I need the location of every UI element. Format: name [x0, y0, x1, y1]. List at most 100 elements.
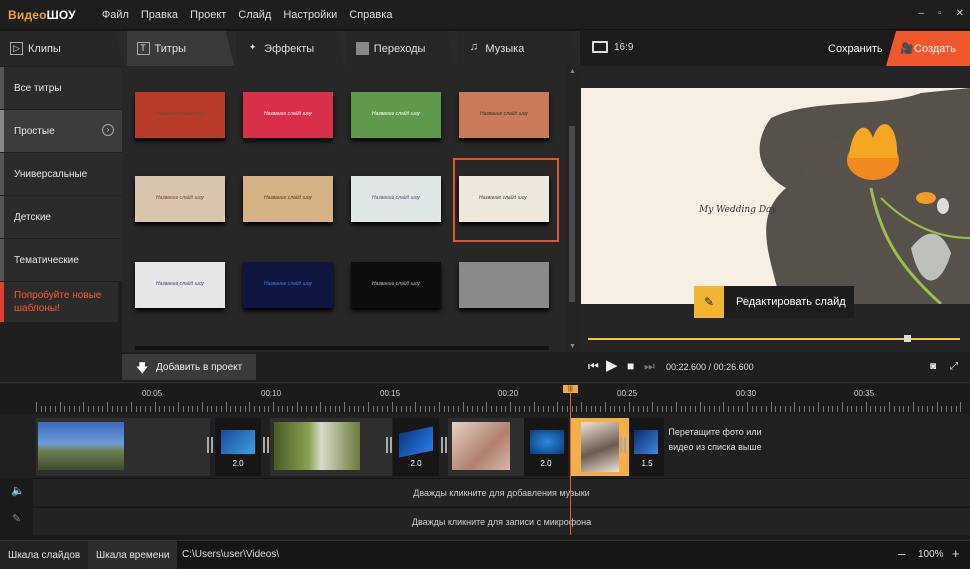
- category-all[interactable]: Все титры: [0, 67, 122, 109]
- add-to-project-button[interactable]: 🡇 Добавить в проект: [122, 354, 256, 380]
- template-thumbnail[interactable]: Название слайд шоу: [243, 176, 333, 222]
- template-thumbnail[interactable]: Название слайд шоу: [135, 176, 225, 222]
- clip-handle[interactable]: [263, 437, 269, 453]
- menu-slide[interactable]: Слайд: [232, 9, 277, 21]
- skip-forward-icon[interactable]: ⏭: [644, 359, 655, 374]
- ruler-tick: [908, 406, 910, 412]
- stop-icon[interactable]: ■: [627, 359, 634, 373]
- category-universal[interactable]: Универсальные: [0, 153, 122, 195]
- ruler-tick: [201, 402, 203, 412]
- transition-clip[interactable]: 2.0: [215, 418, 261, 476]
- fullscreen-icon[interactable]: ⤢: [950, 361, 958, 372]
- template-thumbnail[interactable]: Название слайд шоу: [459, 92, 549, 138]
- template-thumbnail[interactable]: Название слайд шоу: [351, 176, 441, 222]
- ruler-tick: [571, 406, 573, 412]
- ruler-tick: [182, 406, 184, 412]
- slide-preview[interactable]: My Wedding Day: [581, 88, 970, 304]
- playhead-handle[interactable]: |||: [563, 385, 578, 393]
- edit-slide-button[interactable]: ✎ Редактировать слайд: [694, 286, 854, 318]
- ruler-tick: [576, 406, 578, 412]
- ruler-tick: [704, 406, 706, 412]
- ruler-tick: [116, 406, 118, 412]
- playhead[interactable]: [570, 385, 571, 535]
- preview-progress-bar[interactable]: [588, 335, 960, 342]
- transition-clip[interactable]: 1.5: [630, 418, 664, 476]
- zoom-out-button[interactable]: –: [898, 546, 905, 561]
- ruler-tick: [287, 406, 289, 412]
- category-kids[interactable]: Детские: [0, 196, 122, 238]
- snapshot-icon[interactable]: ◙: [930, 361, 936, 372]
- microphone-track[interactable]: Дважды кликните для записи с микрофона: [33, 507, 970, 535]
- scroll-down-icon[interactable]: ▼: [569, 343, 576, 350]
- ruler-tick: [73, 406, 75, 412]
- zoom-in-button[interactable]: +: [952, 546, 960, 561]
- ruler-tick: [765, 406, 767, 412]
- aspect-ratio-selector[interactable]: 16:9: [592, 41, 633, 53]
- ruler-tick: [405, 406, 407, 412]
- category-new-templates[interactable]: Попробуйте новые шаблоны!: [0, 282, 118, 322]
- menu-help[interactable]: Справка: [343, 9, 398, 21]
- clip-photo: [581, 422, 619, 472]
- category-simple[interactable]: Простые ›: [0, 110, 122, 152]
- ruler-tick: [130, 402, 132, 412]
- template-thumbnail[interactable]: Название слайд шоу: [351, 262, 441, 308]
- tab-transitions[interactable]: Переходы: [345, 31, 456, 66]
- tab-music[interactable]: ♫ Музыка: [457, 31, 580, 66]
- template-thumbnail[interactable]: [459, 262, 549, 308]
- tab-effects[interactable]: ✦ Эффекты: [236, 31, 344, 66]
- clip-handle[interactable]: [386, 437, 392, 453]
- ruler-tick: [628, 402, 630, 412]
- minimize-icon[interactable]: –: [919, 8, 925, 19]
- category-thematic[interactable]: Тематические: [0, 239, 122, 281]
- clip-photo: [452, 422, 510, 470]
- save-button[interactable]: Сохранить: [828, 43, 883, 55]
- ruler-tick: [728, 406, 730, 412]
- ruler-tick: [220, 406, 222, 412]
- play-icon[interactable]: ▶: [606, 356, 618, 374]
- tab-clips[interactable]: ▷ Клипы: [0, 31, 125, 66]
- ruler-label: 00:05: [142, 389, 163, 398]
- transition-clip[interactable]: 2.0: [524, 418, 568, 476]
- slide-clip[interactable]: [270, 418, 392, 476]
- ruler-tick: [230, 406, 232, 412]
- maximize-icon[interactable]: ▫: [938, 8, 942, 19]
- grid-scrollbar[interactable]: ▲ ▼: [566, 66, 580, 352]
- ruler-tick: [382, 406, 384, 412]
- template-thumbnail[interactable]: Название слайд шоу: [135, 262, 225, 308]
- ruler-tick: [879, 406, 881, 412]
- slide-clip[interactable]: [36, 418, 210, 476]
- tab-time-scale[interactable]: Шкала времени: [88, 541, 178, 569]
- music-track[interactable]: Дважды кликните для добавления музыки: [33, 478, 970, 506]
- ruler-label: 00:10: [261, 389, 282, 398]
- template-thumbnail[interactable]: Название слайд шоу: [243, 262, 333, 308]
- menu-settings[interactable]: Настройки: [277, 9, 343, 21]
- tab-titles[interactable]: T Титры: [126, 31, 235, 66]
- create-button[interactable]: 🎥 Создать: [886, 31, 970, 66]
- ruler-tick: [481, 406, 483, 412]
- scrollbar-thumb[interactable]: [569, 126, 575, 302]
- time-ruler[interactable]: 00:05 00:10 00:15 00:20 00:25 00:30 00:3…: [0, 382, 970, 414]
- clip-handle[interactable]: [207, 437, 213, 453]
- ruler-tick: [528, 406, 530, 412]
- scroll-up-icon[interactable]: ▲: [569, 68, 576, 75]
- skip-back-icon[interactable]: ⏮: [588, 359, 599, 374]
- ruler-tick: [434, 406, 436, 412]
- slide-clip[interactable]: [448, 418, 524, 476]
- ruler-tick: [443, 406, 445, 412]
- template-thumbnail[interactable]: Название слайд шоу: [351, 92, 441, 138]
- template-thumbnail[interactable]: Название слайд шоу: [243, 92, 333, 138]
- preview-header: 16:9 Сохранить 🎥 Создать: [580, 31, 970, 66]
- menu-project[interactable]: Проект: [184, 9, 232, 21]
- clip-handle[interactable]: [620, 437, 626, 453]
- ruler-tick: [36, 402, 37, 412]
- menu-file[interactable]: Файл: [96, 9, 135, 21]
- progress-knob[interactable]: [903, 335, 911, 342]
- template-thumbnail[interactable]: Название слайд шоу: [135, 92, 225, 138]
- menu-edit[interactable]: Правка: [135, 9, 184, 21]
- ruler-tick: [856, 406, 858, 412]
- ruler-tick: [192, 406, 194, 412]
- clip-handle[interactable]: [441, 437, 447, 453]
- tab-slide-scale[interactable]: Шкала слайдов: [0, 541, 89, 569]
- transition-clip[interactable]: 2.0: [393, 418, 439, 476]
- close-icon[interactable]: ✕: [956, 8, 964, 19]
